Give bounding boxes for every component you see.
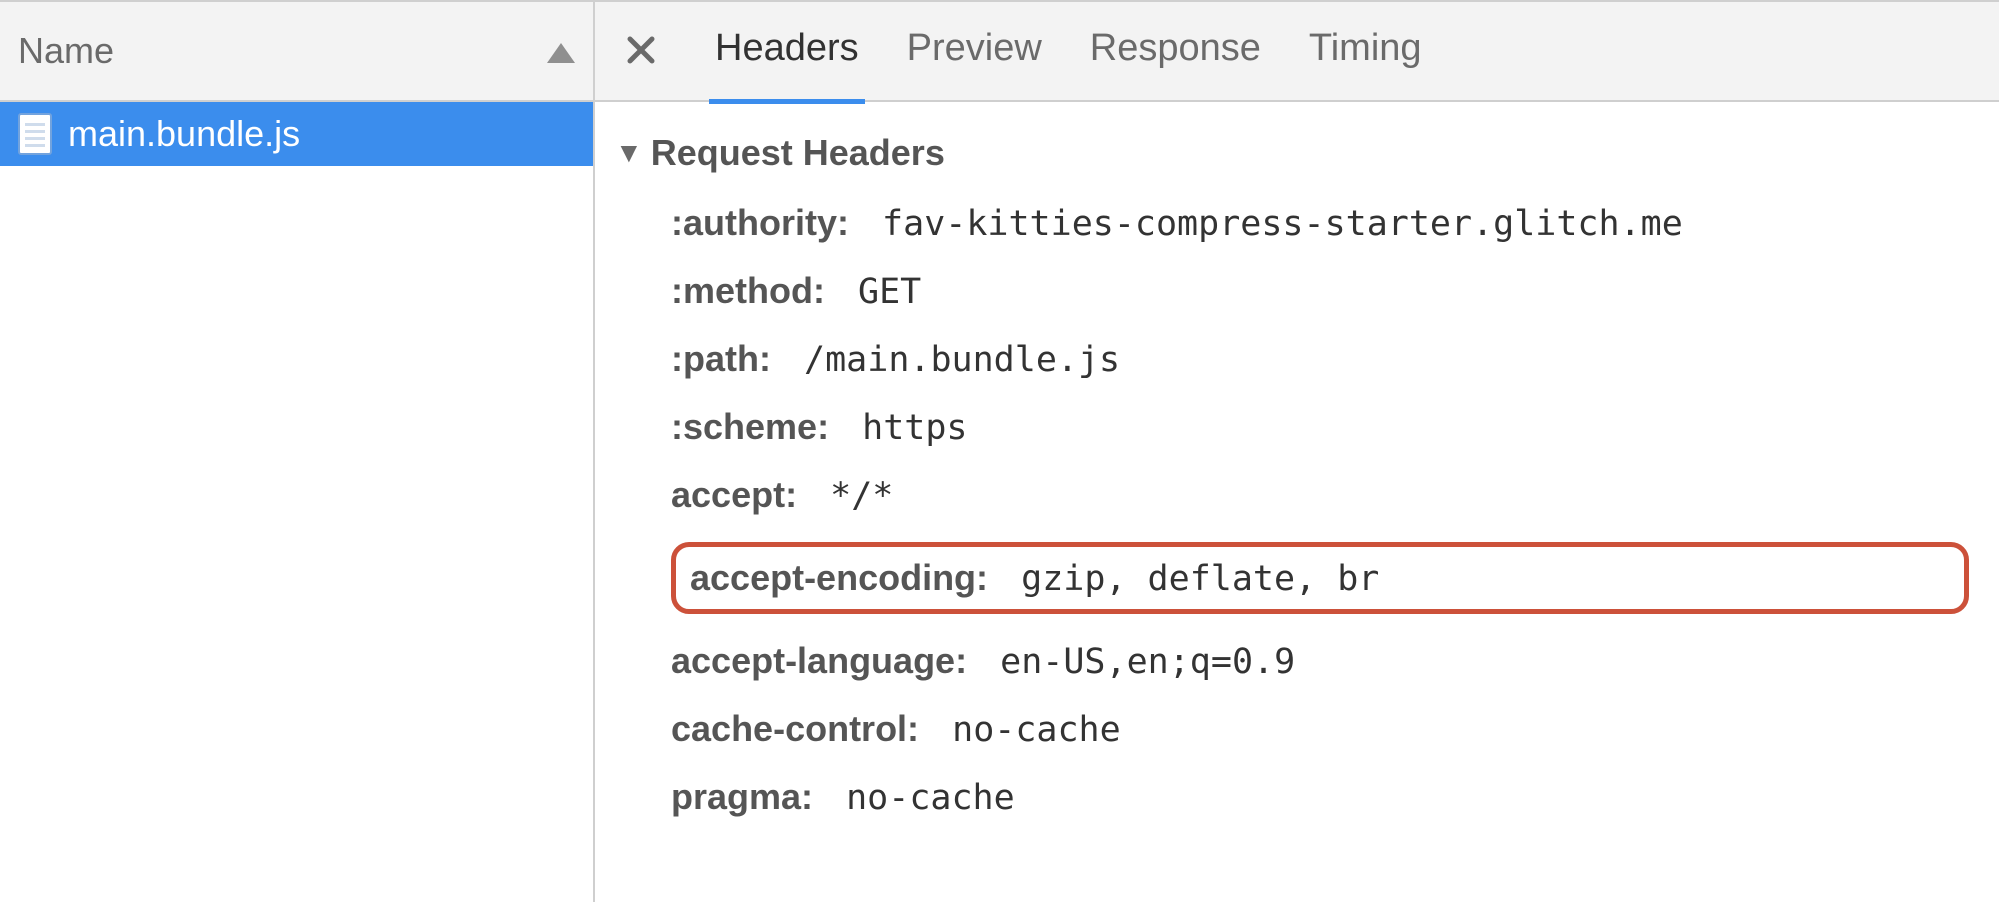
header-value: no-cache [825,778,1015,818]
header-value: GET [837,272,921,312]
column-header-name: Name [18,30,114,72]
header-row: cache-control: no-cache [671,708,1969,750]
chevron-down-icon: ▼ [615,137,643,169]
header-value: gzip, deflate, br [1000,559,1379,599]
header-key: cache-control: [671,708,919,750]
header-value: no-cache [931,710,1121,750]
file-icon [18,113,52,155]
header-row: :scheme: https [671,406,1969,448]
header-row: pragma: no-cache [671,776,1969,818]
request-headers-list: :authority: fav-kitties-compress-starter… [615,202,1969,818]
request-headers-section-toggle[interactable]: ▼ Request Headers [615,132,1969,174]
header-row: accept: */* [671,474,1969,516]
column-header-row[interactable]: Name [0,2,593,102]
header-key: pragma: [671,776,813,818]
tab-timing[interactable]: Timing [1309,27,1422,76]
headers-content: ▼ Request Headers :authority: fav-kittie… [595,102,1999,848]
header-value: en-US,en;q=0.9 [979,642,1295,682]
request-list-sidebar: Name main.bundle.js [0,2,595,902]
tab-response[interactable]: Response [1090,27,1261,76]
header-key: :authority: [671,202,849,244]
request-row[interactable]: main.bundle.js [0,102,593,166]
header-key: accept: [671,474,797,516]
header-value: /main.bundle.js [783,340,1120,380]
header-row: :method: GET [671,270,1969,312]
header-row: :path: /main.bundle.js [671,338,1969,380]
highlighted-header: accept-encoding: gzip, deflate, br [671,542,1969,614]
header-key: accept-language: [671,640,967,682]
header-value: https [841,408,967,448]
tab-preview[interactable]: Preview [907,27,1042,76]
header-key: accept-encoding: [690,557,988,599]
devtools-network-panel: Name main.bundle.js Headers Preview Resp… [0,0,1999,902]
close-icon[interactable] [615,30,667,72]
tab-headers[interactable]: Headers [715,27,859,76]
header-value: fav-kitties-compress-starter.glitch.me [861,204,1683,244]
header-row: accept-language: en-US,en;q=0.9 [671,640,1969,682]
header-key: :method: [671,270,825,312]
details-tabbar: Headers Preview Response Timing [595,2,1999,102]
sort-ascending-icon[interactable] [547,30,575,72]
header-row: :authority: fav-kitties-compress-starter… [671,202,1969,244]
section-title: Request Headers [651,132,945,174]
header-key: :scheme: [671,406,829,448]
header-row: accept-encoding: gzip, deflate, br [690,557,1379,599]
header-value: */* [809,476,893,516]
request-filename: main.bundle.js [68,113,300,155]
details-panel: Headers Preview Response Timing ▼ Reques… [595,2,1999,902]
header-key: :path: [671,338,771,380]
